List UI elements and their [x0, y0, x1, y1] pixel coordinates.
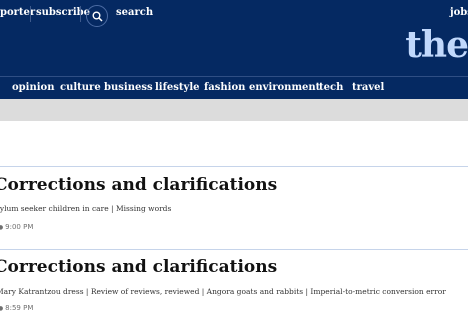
nav-item-travel[interactable]: travel [352, 82, 384, 93]
sub-nav-bar [0, 99, 468, 121]
article-time-text: 9:00 PM [5, 223, 34, 231]
article-subtitle: sylum seeker children in care | Missing … [0, 204, 172, 213]
subscribe-link[interactable]: subscribe [36, 7, 90, 18]
article-title[interactable]: Corrections and clarifications [0, 257, 277, 277]
article-time: ● 9:00 PM [0, 223, 33, 231]
site-logo[interactable]: the [405, 24, 468, 66]
article-card[interactable]: Corrections and clarifications sylum see… [0, 166, 468, 245]
article-title[interactable]: Corrections and clarifications [0, 175, 277, 195]
nav-item-environment[interactable]: environment [249, 82, 320, 93]
nav-item-lifestyle[interactable]: lifestyle [155, 82, 199, 93]
nav-item-opinion[interactable]: opinion [12, 82, 54, 93]
top-links-row: porter subscribe search jobs [0, 3, 468, 27]
divider [30, 6, 31, 22]
nav-item-business[interactable]: business [104, 82, 153, 93]
main-nav: opinion culture business lifestyle fashi… [0, 76, 468, 99]
nav-item-fashion[interactable]: fashion [204, 82, 245, 93]
article-subtitle: Mary Katrantzou dress | Review of review… [0, 287, 446, 296]
article-time-text: 8:59 PM [5, 304, 34, 312]
site-header: porter subscribe search jobs the [0, 0, 468, 76]
article-card[interactable]: Corrections and clarifications Mary Katr… [0, 249, 468, 329]
search-button[interactable] [86, 5, 108, 27]
search-link[interactable]: search [116, 7, 153, 18]
nav-item-culture[interactable]: culture [60, 82, 101, 93]
jobs-link[interactable]: jobs [450, 7, 468, 18]
divider [80, 6, 81, 22]
search-icon [92, 11, 103, 22]
nav-item-tech[interactable]: tech [319, 82, 343, 93]
article-time: ● 8:59 PM [0, 304, 33, 312]
